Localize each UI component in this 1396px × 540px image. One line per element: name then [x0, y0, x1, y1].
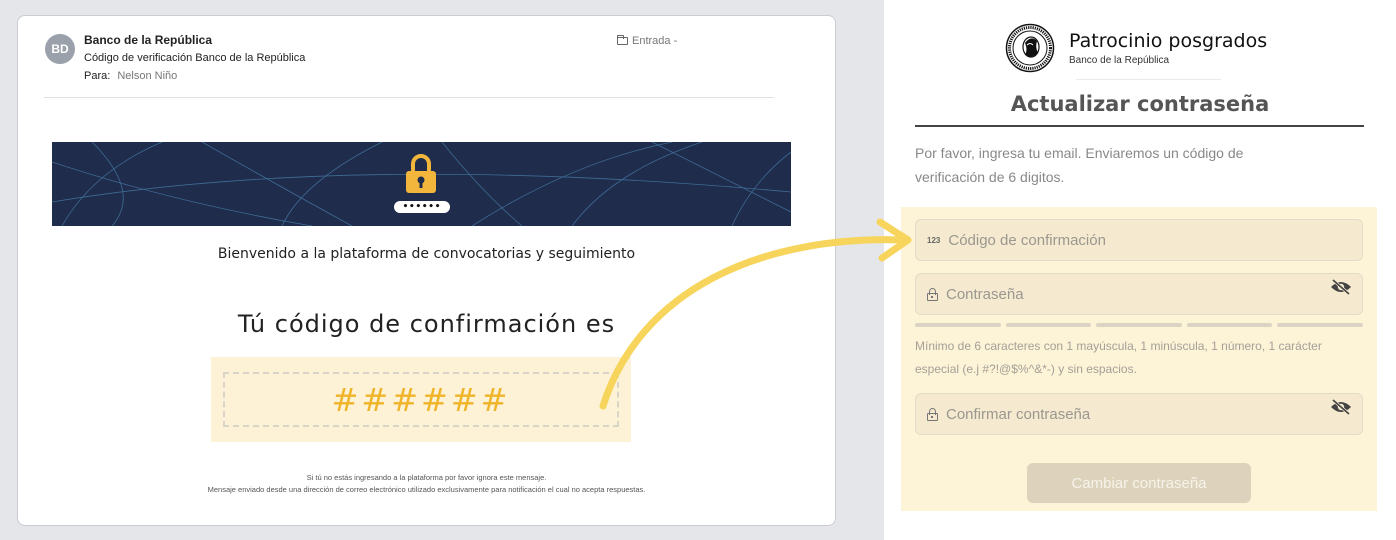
- password-field[interactable]: Contraseña: [915, 273, 1363, 315]
- email-footer: Si tú no estás ingresando a la plataform…: [18, 472, 835, 496]
- sender-avatar: BD: [45, 34, 75, 64]
- password-strength-meter: [915, 323, 1363, 327]
- numeric-123-icon: 123: [927, 235, 941, 245]
- email-card: BD Banco de la República Código de verif…: [17, 15, 836, 526]
- code-field[interactable]: 123 Código de confirmación: [915, 219, 1363, 261]
- brand-divider: [1076, 79, 1221, 80]
- folder-name: Entrada -: [632, 35, 678, 47]
- brand-subtitle: Banco de la República: [1069, 55, 1170, 66]
- page-title: Actualizar contraseña: [1010, 92, 1270, 116]
- reset-panel: Patrocinio posgrados Banco de la Repúbli…: [884, 0, 1396, 540]
- strength-segment: [1277, 323, 1363, 327]
- email-banner: ••••••: [52, 142, 791, 226]
- footer-line-1: Si tú no estás ingresando a la plataform…: [306, 473, 547, 482]
- folder-label[interactable]: Entrada -: [617, 35, 677, 47]
- password-field-placeholder: Contraseña: [946, 285, 1024, 303]
- code-box: ######: [211, 357, 631, 442]
- sender-name: Banco de la República: [84, 33, 213, 47]
- lock-icon: [927, 287, 938, 301]
- confirmation-code: ######: [331, 380, 511, 419]
- welcome-text: Bienvenido a la plataforma de convocator…: [217, 246, 636, 262]
- strength-segment: [1096, 323, 1182, 327]
- masked-pin: ••••••: [393, 200, 451, 214]
- strength-segment: [1005, 323, 1092, 327]
- strength-segment: [1186, 323, 1273, 327]
- strength-segment: [915, 323, 1001, 327]
- email-subject: Código de verificación Banco de la Repúb…: [84, 52, 306, 64]
- hide-password-icon[interactable]: [1330, 279, 1352, 295]
- confirm-password-field[interactable]: Confirmar contraseña: [915, 393, 1363, 435]
- code-frame: ######: [223, 372, 619, 427]
- instructions-text: Por favor, ingresa tu email. Enviaremos …: [915, 145, 1244, 185]
- code-field-placeholder: Código de confirmación: [948, 231, 1106, 249]
- email-background: BD Banco de la República Código de verif…: [0, 0, 884, 540]
- lock-icon: [927, 407, 938, 421]
- hide-password-icon[interactable]: [1330, 399, 1352, 415]
- title-divider: [915, 125, 1364, 127]
- folder-icon: [617, 35, 628, 45]
- code-heading: Tú código de confirmación es: [237, 310, 616, 338]
- brand-title: Patrocinio posgrados: [1069, 30, 1268, 52]
- recipient-value: Nelson Niño: [117, 70, 178, 82]
- password-hint: Mínimo de 6 caracteres con 1 mayúscula, …: [915, 339, 1322, 376]
- header-divider: [44, 97, 774, 98]
- footer-line-2: Mensaje enviado desde una dirección de c…: [207, 485, 646, 494]
- recipient-line: Para: Nelson Niño: [84, 70, 177, 82]
- recipient-label: Para:: [84, 70, 111, 82]
- bank-seal-logo-icon: [1005, 23, 1055, 73]
- padlock-illustration-icon: [406, 154, 436, 193]
- confirm-field-placeholder: Confirmar contraseña: [946, 405, 1091, 423]
- brand-header: Patrocinio posgrados Banco de la Repúbli…: [1005, 23, 1267, 73]
- change-password-button[interactable]: Cambiar contraseña: [1027, 463, 1251, 503]
